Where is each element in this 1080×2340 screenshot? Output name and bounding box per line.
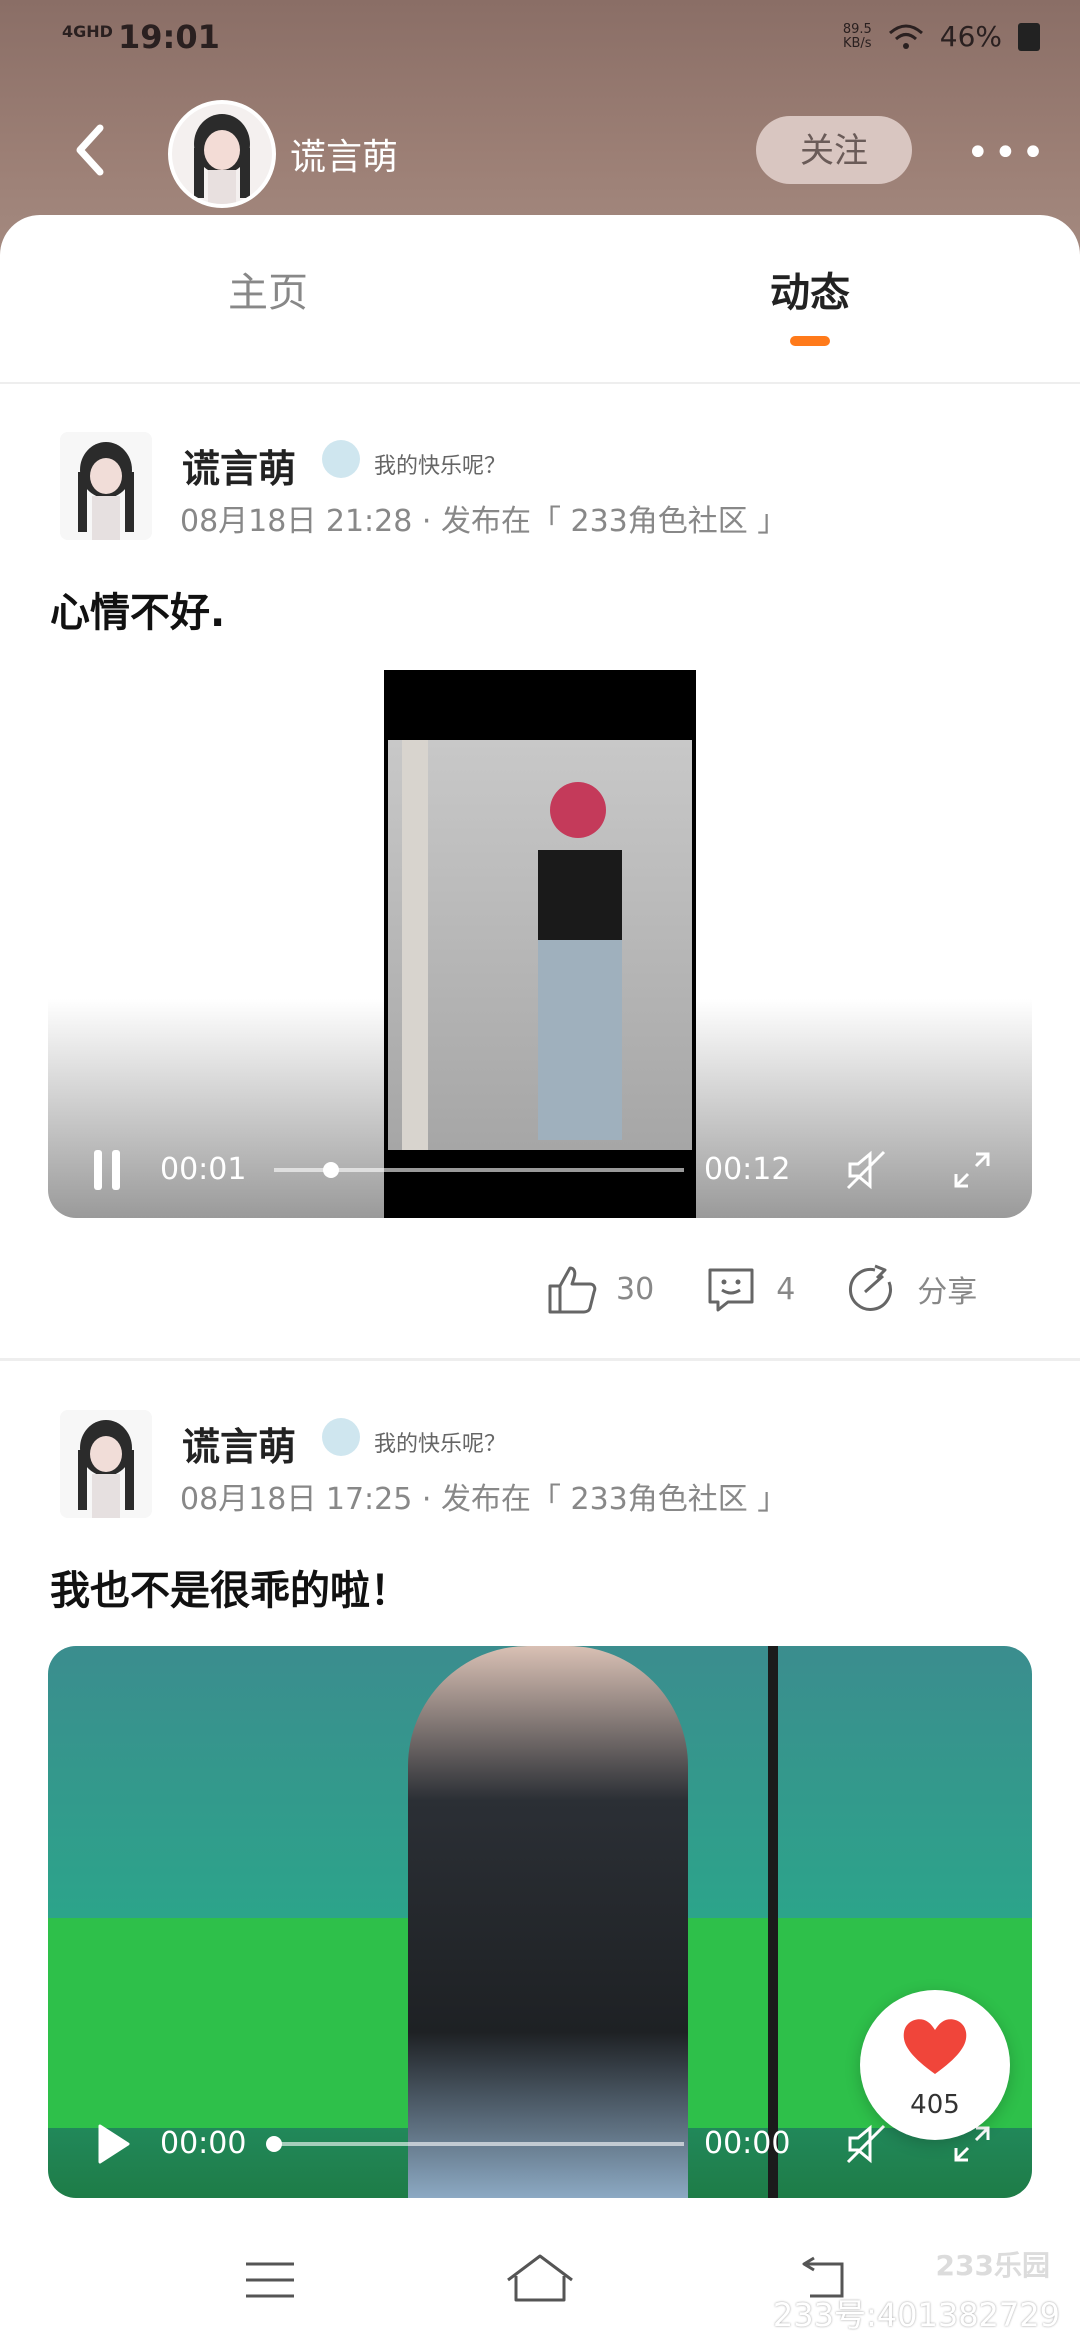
video-player[interactable]: 00:01 00:12 xyxy=(48,670,1032,1218)
menu-icon[interactable] xyxy=(244,2260,296,2300)
mute-icon[interactable] xyxy=(844,1148,888,1192)
network-indicator: 4GHD xyxy=(62,22,113,41)
comment-icon xyxy=(708,1268,754,1312)
badge-icon xyxy=(322,1418,360,1456)
video-current-time: 00:00 xyxy=(160,2126,247,2161)
post-meta: 08月18日 21:28 · 发布在「 233角色社区 」 xyxy=(180,504,788,539)
post-content: 我也不是很乖的啦！ xyxy=(50,1568,410,1614)
post-author[interactable]: 谎言萌 xyxy=(182,438,296,493)
author-status-note: 我的快乐呢？ xyxy=(374,1432,507,1457)
back-icon[interactable] xyxy=(70,120,110,180)
speed-value: 89.5 xyxy=(842,21,872,37)
pause-icon[interactable] xyxy=(92,1148,122,1192)
thumbs-up-icon xyxy=(548,1266,597,1314)
floating-like-button[interactable]: 405 xyxy=(860,1990,1010,2140)
video-frame xyxy=(384,670,696,1218)
video-image xyxy=(402,740,622,1150)
status-right: 89.5 KB/s 46% xyxy=(843,20,1040,53)
heart-icon xyxy=(903,2019,967,2074)
mute-icon[interactable] xyxy=(844,2122,888,2166)
tab-divider xyxy=(0,382,1080,384)
watermark-logo: 233乐园 xyxy=(935,2249,1050,2282)
video-thumbnail xyxy=(388,740,692,1150)
follow-button[interactable]: 关注 xyxy=(756,116,912,184)
video-duration: 00:00 xyxy=(704,2126,791,2161)
post-meta: 08月18日 17:25 · 发布在「 233角色社区 」 xyxy=(180,1482,788,1517)
status-time: 19:01 xyxy=(118,18,220,56)
comment-button[interactable]: 4 xyxy=(704,1262,795,1316)
video-current-time: 00:01 xyxy=(160,1152,247,1187)
video-progress-track[interactable] xyxy=(274,2142,684,2146)
badge-icon xyxy=(322,440,360,478)
share-icon xyxy=(849,1264,893,1311)
comment-count: 4 xyxy=(776,1271,796,1307)
video-cue xyxy=(768,1646,778,2198)
floating-like-count: 405 xyxy=(910,2090,960,2120)
post-author[interactable]: 谎言萌 xyxy=(182,1416,296,1471)
post-divider xyxy=(0,1358,1080,1361)
video-progress-handle[interactable] xyxy=(266,2136,282,2152)
profile-username: 谎言萌 xyxy=(290,137,399,178)
home-icon[interactable] xyxy=(504,2252,576,2304)
battery-icon xyxy=(1018,22,1040,51)
post-avatar[interactable] xyxy=(60,432,152,540)
battery-percent: 46% xyxy=(939,20,1002,53)
tab-feed[interactable]: 动态 xyxy=(770,260,850,318)
post-actions: 30 4 分享 xyxy=(504,1262,977,1316)
avatar-image xyxy=(60,1410,152,1518)
tab-active-indicator xyxy=(790,336,830,346)
video-progress-handle[interactable] xyxy=(323,1162,340,1178)
avatar-image xyxy=(172,104,272,204)
more-options-icon[interactable]: ••• xyxy=(966,130,1045,176)
speed-unit: KB/s xyxy=(842,35,872,51)
share-button[interactable]: 分享 xyxy=(845,1262,977,1316)
network-speed: 89.5 KB/s xyxy=(842,21,872,51)
profile-avatar[interactable] xyxy=(168,100,276,208)
tab-home[interactable]: 主页 xyxy=(228,260,308,318)
share-label: 分享 xyxy=(917,1275,978,1310)
video-subject xyxy=(408,1646,688,2198)
like-count: 30 xyxy=(616,1271,655,1307)
like-button[interactable]: 30 xyxy=(544,1262,654,1316)
video-duration: 00:12 xyxy=(704,1152,791,1187)
post-avatar[interactable] xyxy=(60,1410,152,1518)
wifi-icon xyxy=(888,24,923,49)
watermark-id: 233号:401382729 xyxy=(772,2296,1060,2334)
post-content: 心情不好. xyxy=(50,590,226,636)
avatar-image xyxy=(60,432,152,540)
fullscreen-icon[interactable] xyxy=(952,1150,992,1190)
author-status-note: 我的快乐呢？ xyxy=(374,454,507,479)
play-icon[interactable] xyxy=(96,2122,132,2166)
